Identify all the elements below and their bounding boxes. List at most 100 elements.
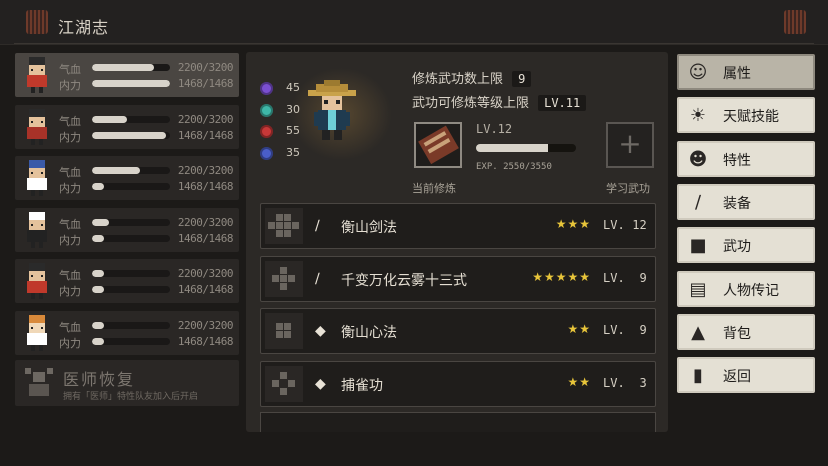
sword-icon: ∕ — [315, 270, 320, 287]
hero-sprite — [308, 80, 356, 140]
attribute-value: 30 — [286, 102, 300, 116]
skill-name: 捕雀功 — [341, 377, 383, 394]
hp-bar — [92, 321, 170, 329]
mp-value: 1468/1468 — [177, 334, 234, 348]
attribute-value: 35 — [286, 145, 300, 159]
divider — [14, 43, 814, 44]
menu-button[interactable]: ☺ 属性 — [677, 54, 815, 90]
skill-row[interactable]: ◆ 捕雀功 ★★ LV. 3 — [260, 360, 656, 407]
party-member-card[interactable]: 气血 2200/3200 内力 1468/1468 — [15, 310, 239, 355]
hp-label: 气血 — [59, 166, 81, 179]
hp-bar-fill — [92, 218, 110, 226]
character-avatar — [27, 108, 47, 145]
current-training-slot[interactable] — [414, 122, 462, 168]
hp-label: 气血 — [59, 217, 81, 231]
party-member-card[interactable]: 气血 2200/3200 内力 1468/1468 — [15, 259, 239, 303]
menu-label: 天赋技能 — [723, 109, 779, 126]
learn-skill-button[interactable]: + — [606, 122, 654, 168]
mp-bar-fill — [92, 286, 105, 293]
talent-icon: ☀ — [689, 105, 707, 127]
menu-button[interactable]: ☻ 特性 — [677, 140, 815, 177]
hp-value: 2200/3200 — [177, 164, 234, 177]
plus-icon: + — [618, 127, 642, 160]
hp-value: 2200/3200 — [177, 215, 234, 229]
skill-stars: ★★ — [567, 322, 591, 336]
menu-label: 人物传记 — [723, 282, 779, 299]
menu-button[interactable]: ▮ 返回 — [677, 357, 815, 394]
hp-label: 气血 — [59, 63, 81, 76]
hp-bar-fill — [92, 115, 128, 123]
mp-bar-fill — [92, 80, 170, 87]
skill-row-partial[interactable] — [260, 412, 656, 432]
train-limit-row: 修炼武功数上限 9 — [412, 68, 532, 87]
bag-icon: ▲ — [691, 321, 705, 343]
menu-label: 背包 — [723, 325, 751, 342]
skill-stars: ★★ — [567, 374, 591, 389]
menu-button[interactable]: ■ 武功 — [677, 227, 815, 264]
return-icon: ▮ — [693, 365, 703, 387]
menu-label: 返回 — [723, 369, 751, 386]
exp-label: EXP. 2550/3550 — [476, 162, 552, 172]
mp-value: 1468/1468 — [177, 77, 234, 90]
mp-bar — [92, 234, 170, 242]
sword-icon: ∕ — [694, 191, 702, 213]
skill-row[interactable]: ◆ 衡山心法 ★★ LV. 9 — [260, 308, 656, 354]
menu-button[interactable]: ▤ 人物传记 — [677, 270, 815, 307]
healer-restore-button[interactable]: 医师恢复 拥有「医师」特性队友加入后开启 — [15, 360, 239, 406]
party-member-card[interactable]: 气血 2200/3200 内力 1468/1468 — [15, 104, 239, 149]
hp-value: 2200/3200 — [177, 267, 234, 280]
skill-name: 千变万化云雾十三式 — [341, 272, 467, 289]
character-avatar — [27, 160, 47, 196]
hp-label: 气血 — [59, 114, 81, 128]
scroll-book-icon — [418, 125, 459, 165]
current-training-label: 当前修炼 — [412, 182, 456, 195]
mp-value: 1468/1468 — [177, 231, 234, 245]
hp-bar-fill — [92, 321, 105, 329]
skill-row[interactable]: ∕ 衡山剑法 ★★★ LV. 12 — [260, 203, 656, 249]
skill-stars: ★★★ — [555, 217, 591, 231]
mp-bar-fill — [92, 183, 105, 190]
character-avatar — [27, 57, 47, 93]
martial-arts-panel: 45 30 55 35 修炼武功数上限 9 武功可修炼等级上限 LV.11 LV. 12… — [246, 52, 668, 432]
mp-bar — [92, 286, 170, 293]
party-member-card[interactable]: 气血 2200/3200 内力 1468/1468 — [15, 207, 239, 252]
skill-stars: ★★★★★ — [532, 269, 591, 284]
biography-icon: ▤ — [689, 278, 707, 300]
character-avatar — [27, 263, 47, 299]
purple-orb-icon — [260, 82, 273, 95]
exp-bar — [476, 144, 576, 152]
mp-bar-fill — [92, 234, 105, 242]
hp-value: 2200/3200 — [177, 112, 234, 126]
menu-button[interactable]: ∕ 装备 — [677, 183, 815, 220]
mp-value: 1468/1468 — [177, 283, 234, 296]
hp-bar-fill — [92, 270, 105, 277]
person-icon: ☺ — [688, 62, 708, 83]
mp-value: 1468/1468 — [177, 128, 234, 142]
skill-row[interactable]: ∕ 千变万化云雾十三式 ★★★★★ LV. 9 — [260, 255, 656, 302]
current-skill-level: LV.12 — [476, 122, 513, 136]
character-avatar — [27, 211, 47, 248]
scroll-icon: ◆ — [315, 323, 326, 339]
skill-level-value: 9 — [639, 270, 647, 285]
menu-label: 特性 — [723, 152, 751, 169]
party-member-card[interactable]: 气血 2200/3200 内力 1468/1468 — [15, 53, 239, 97]
hp-label: 气血 — [59, 269, 81, 282]
hp-bar — [92, 218, 170, 226]
menu-button[interactable]: ☀ 天赋技能 — [677, 97, 815, 134]
train-limit-value: 9 — [512, 71, 532, 87]
menu-button[interactable]: ▲ 背包 — [677, 313, 815, 350]
mp-label: 内力 — [59, 285, 81, 298]
mp-label: 内力 — [59, 182, 81, 195]
skill-icon — [265, 365, 303, 402]
mp-bar — [92, 80, 170, 87]
hp-bar-fill — [92, 64, 155, 71]
exp-bar-fill — [476, 144, 548, 152]
mp-label: 内力 — [59, 233, 81, 247]
level-limit-row: 武功可修炼等级上限 LV.11 — [412, 92, 587, 111]
party-member-card[interactable]: 气血 2200/3200 内力 1468/1468 — [15, 156, 239, 200]
skill-icon — [265, 313, 303, 349]
skill-level-prefix: LV. — [603, 218, 625, 232]
character-avatar — [27, 314, 47, 351]
skill-level: LV. 9 — [603, 271, 647, 285]
hp-value: 2200/3200 — [177, 318, 234, 332]
